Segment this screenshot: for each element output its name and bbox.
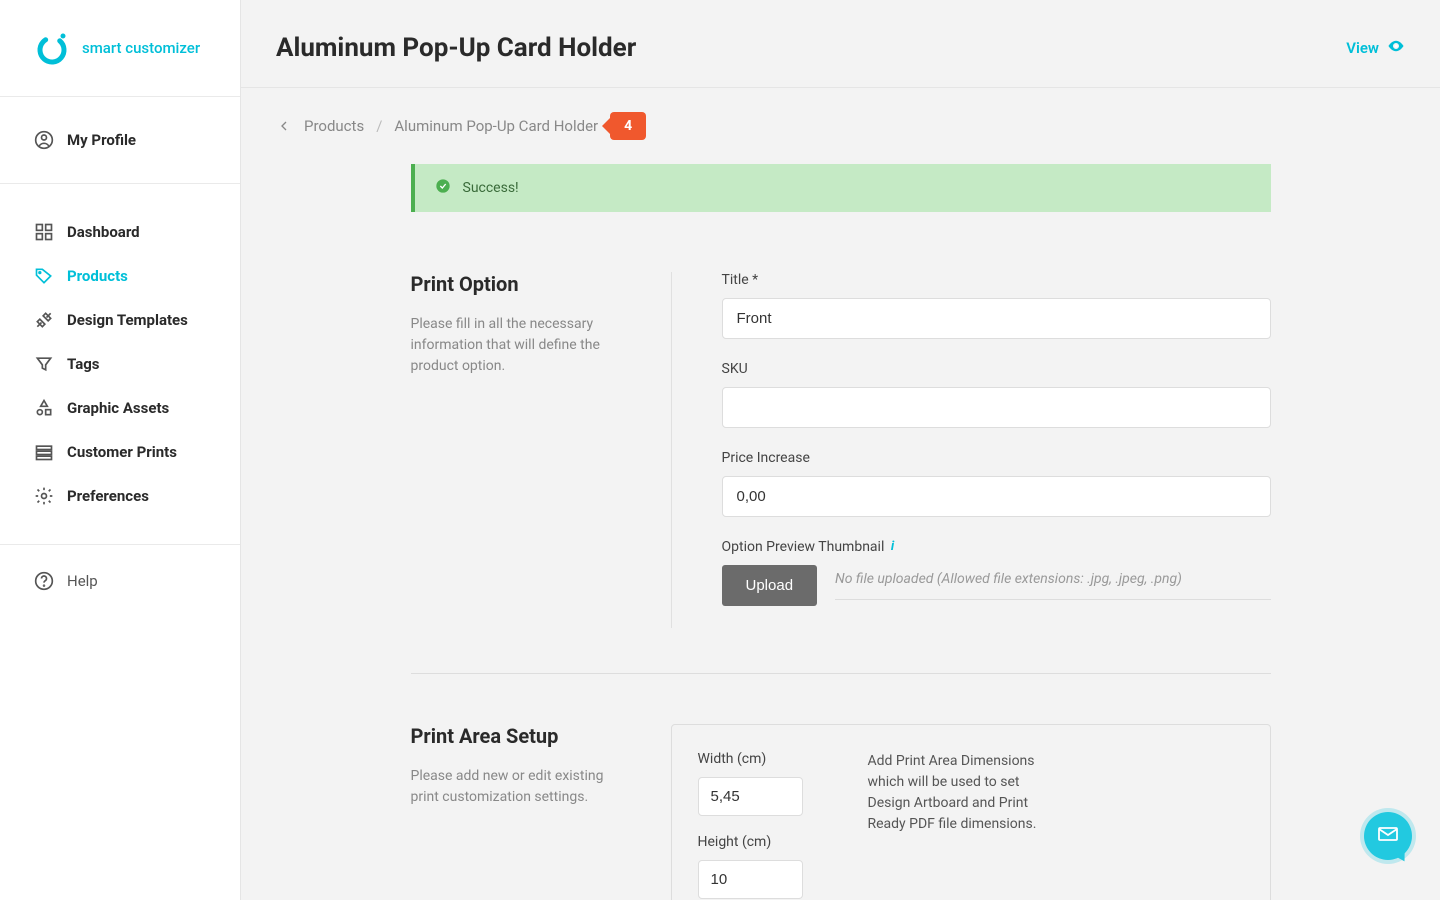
filter-icon [34,354,54,374]
mail-icon [1376,822,1400,850]
section-desc: Please add new or edit existing print cu… [411,766,611,808]
section-print-option: Print Option Please fill in all the nece… [411,272,1271,673]
sidebar-item-preferences[interactable]: Preferences [0,474,240,518]
step-badge: 4 [610,112,646,140]
sidebar-item-tags[interactable]: Tags [0,342,240,386]
breadcrumb-root[interactable]: Products [304,117,364,135]
height-label: Height (cm) [698,834,828,850]
sidebar-item-label: Dashboard [67,223,140,241]
sku-label: SKU [722,361,1271,377]
logo[interactable]: smart customizer [0,0,240,97]
sidebar-item-label: My Profile [67,131,136,149]
eye-icon [1387,37,1405,59]
sidebar-item-label: Products [67,267,128,285]
brand-name: smart customizer [82,39,200,57]
print-area-desc: Add Print Area Dimensions which will be … [868,751,1048,900]
sidebar-item-my-profile[interactable]: My Profile [34,130,206,150]
alert-message: Success! [463,180,519,196]
nav-section: Dashboard Products Design Templates [0,184,240,545]
view-label: View [1346,39,1379,57]
list-icon [34,442,54,462]
sidebar-item-products[interactable]: Products [0,254,240,298]
sidebar-item-label: Design Templates [67,311,188,329]
thumbnail-label: Option Preview Thumbnail i [722,539,1271,555]
price-input[interactable] [722,476,1271,517]
title-input[interactable] [722,298,1271,339]
section-desc: Please fill in all the necessary informa… [411,314,611,377]
main-content: Aluminum Pop-Up Card Holder View Product… [241,0,1440,900]
sidebar: smart customizer My Profile Dashboard [0,0,241,900]
section-print-area: Print Area Setup Please add new or edit … [411,673,1271,900]
help-section: Help [0,545,240,617]
breadcrumb: Products / Aluminum Pop-Up Card Holder 4 [241,88,1440,164]
title-label: Title * [722,272,1271,288]
sidebar-item-graphic-assets[interactable]: Graphic Assets [0,386,240,430]
profile-section: My Profile [0,97,240,184]
page-title: Aluminum Pop-Up Card Holder [276,33,636,63]
sidebar-item-help[interactable]: Help [0,571,240,591]
width-input[interactable] [698,777,803,816]
tools-icon [34,310,54,330]
thumbnail-label-text: Option Preview Thumbnail [722,539,885,555]
sidebar-item-label: Customer Prints [67,443,177,461]
sidebar-item-dashboard[interactable]: Dashboard [0,210,240,254]
section-title: Print Option [411,272,611,296]
print-area-box: Width (cm) Height (cm) Add Print Area Di… [671,724,1271,900]
sidebar-item-design-templates[interactable]: Design Templates [0,298,240,342]
view-link[interactable]: View [1346,37,1405,59]
header: Aluminum Pop-Up Card Holder View [241,0,1440,88]
sidebar-item-label: Help [67,572,98,590]
tag-icon [34,266,54,286]
breadcrumb-current[interactable]: Aluminum Pop-Up Card Holder [394,117,598,135]
sidebar-item-customer-prints[interactable]: Customer Prints [0,430,240,474]
width-label: Width (cm) [698,751,828,767]
sidebar-item-label: Tags [67,355,100,373]
upload-hint: No file uploaded (Allowed file extension… [835,571,1270,600]
height-input[interactable] [698,860,803,899]
chat-fab[interactable] [1364,812,1412,860]
sku-input[interactable] [722,387,1271,428]
section-title: Print Area Setup [411,724,611,748]
breadcrumb-separator: / [376,117,382,135]
sidebar-item-label: Graphic Assets [67,399,169,417]
upload-button[interactable]: Upload [722,565,818,606]
price-label: Price Increase [722,450,1271,466]
info-icon[interactable]: i [891,539,894,554]
check-circle-icon [435,178,451,198]
back-arrow-icon[interactable] [276,118,292,134]
user-circle-icon [34,130,54,150]
success-alert: Success! [411,164,1271,212]
help-icon [34,571,54,591]
content: Success! Print Option Please fill in all… [241,164,1440,900]
brand-logo-icon [34,30,70,66]
shapes-icon [34,398,54,418]
dashboard-icon [34,222,54,242]
sidebar-item-label: Preferences [67,487,149,505]
gear-icon [34,486,54,506]
